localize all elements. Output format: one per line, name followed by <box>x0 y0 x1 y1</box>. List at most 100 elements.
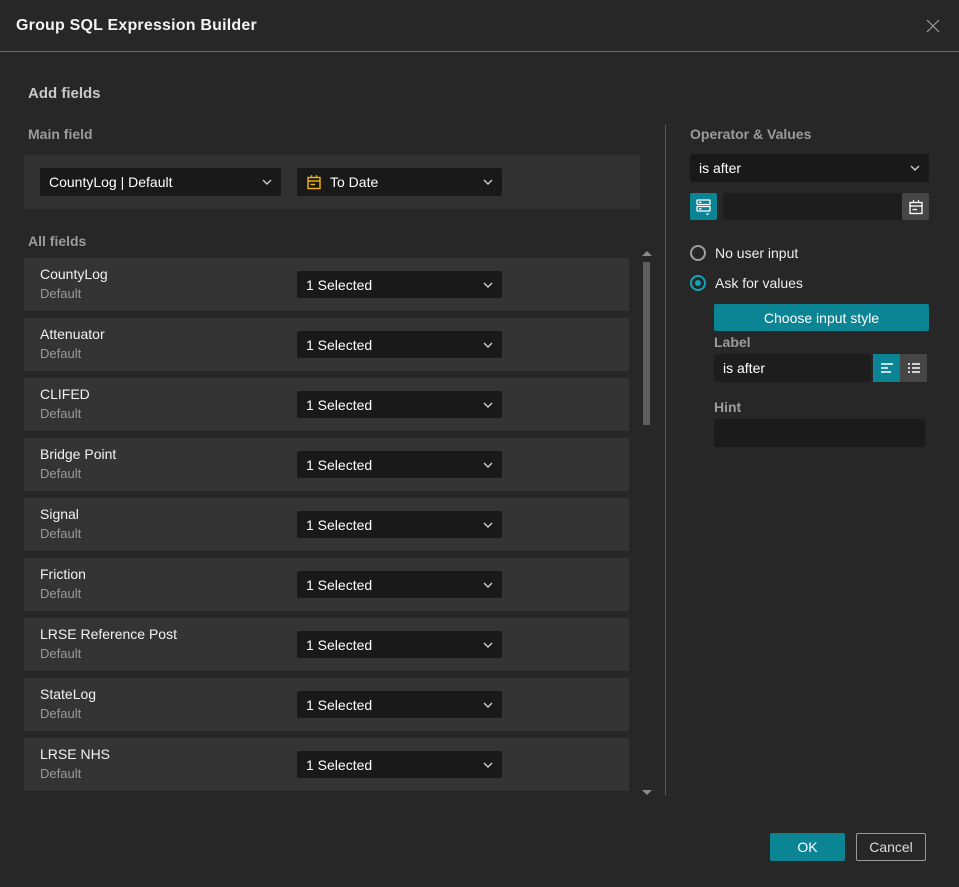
date-field-select[interactable]: To Date <box>297 168 502 196</box>
close-button[interactable] <box>921 14 945 38</box>
chevron-down-icon <box>483 282 493 288</box>
chevron-down-icon <box>483 522 493 528</box>
input-type-button[interactable] <box>690 193 717 220</box>
hint-input[interactable] <box>714 419 925 447</box>
field-name: Attenuator <box>40 326 105 342</box>
stacked-values-icon <box>696 198 711 215</box>
field-subtitle: Default <box>40 766 82 781</box>
operator-values-heading: Operator & Values <box>690 126 812 142</box>
field-subtitle: Default <box>40 646 82 661</box>
field-attribute-select-value: 1 Selected <box>306 756 373 773</box>
field-row-signal: Signal Default 1 Selected <box>24 498 629 551</box>
add-fields-heading: Add fields <box>28 85 101 102</box>
field-subtitle: Default <box>40 466 82 481</box>
field-attribute-select-value: 1 Selected <box>306 336 373 353</box>
calendar-icon <box>306 174 322 190</box>
field-subtitle: Default <box>40 406 82 421</box>
panel-divider <box>665 125 666 795</box>
field-row-friction: Friction Default 1 Selected <box>24 558 629 611</box>
all-fields-label: All fields <box>28 233 87 249</box>
align-left-icon <box>880 363 893 373</box>
chevron-down-icon <box>483 702 493 708</box>
chevron-down-icon <box>483 402 493 408</box>
field-row-countylog: CountyLog Default 1 Selected <box>24 258 629 311</box>
field-attribute-select-value: 1 Selected <box>306 276 373 293</box>
chevron-down-icon <box>483 582 493 588</box>
field-row-bridge-point: Bridge Point Default 1 Selected <box>24 438 629 491</box>
chevron-down-icon <box>483 462 493 468</box>
field-attribute-select[interactable]: 1 Selected <box>297 571 502 598</box>
close-icon <box>926 19 940 33</box>
label-style-text-button[interactable] <box>873 354 900 382</box>
main-field-select-value: CountyLog | Default <box>49 174 173 190</box>
field-attribute-select[interactable]: 1 Selected <box>297 511 502 538</box>
field-attribute-select[interactable]: 1 Selected <box>297 631 502 658</box>
main-field-label: Main field <box>28 126 93 142</box>
field-attribute-select[interactable]: 1 Selected <box>297 271 502 298</box>
radio-ask-for-values[interactable]: Ask for values <box>690 275 803 291</box>
hint-label: Hint <box>714 399 742 415</box>
field-attribute-select-value: 1 Selected <box>306 576 373 593</box>
cancel-button[interactable]: Cancel <box>856 833 926 861</box>
field-subtitle: Default <box>40 526 82 541</box>
radio-label: Ask for values <box>715 275 803 291</box>
field-attribute-select[interactable]: 1 Selected <box>297 451 502 478</box>
scrollbar-down-arrow-icon[interactable] <box>642 790 652 795</box>
scrollbar-up-arrow-icon[interactable] <box>642 251 652 256</box>
field-name: Bridge Point <box>40 446 117 462</box>
chevron-down-icon <box>262 179 272 185</box>
label-label: Label <box>714 334 751 350</box>
radio-unselected-icon <box>690 245 706 261</box>
field-attribute-select-value: 1 Selected <box>306 636 373 653</box>
field-subtitle: Default <box>40 346 82 361</box>
chevron-down-icon <box>483 342 493 348</box>
field-attribute-select-value: 1 Selected <box>306 516 373 533</box>
chevron-down-icon <box>910 165 920 171</box>
operator-select-value: is after <box>699 160 742 176</box>
main-field-band: CountyLog | Default To Date <box>24 155 640 209</box>
radio-label: No user input <box>715 245 799 261</box>
field-attribute-select[interactable]: 1 Selected <box>297 331 502 358</box>
field-name: LRSE Reference Post <box>40 626 177 642</box>
field-name: LRSE NHS <box>40 746 111 762</box>
bulleted-list-icon <box>907 363 920 373</box>
field-name: Signal <box>40 506 79 522</box>
group-sql-expression-builder-dialog: Group SQL Expression Builder Add fields … <box>0 0 959 887</box>
field-name: StateLog <box>40 686 97 702</box>
field-row-statelog: StateLog Default 1 Selected <box>24 678 629 731</box>
field-attribute-select-value: 1 Selected <box>306 456 373 473</box>
field-subtitle: Default <box>40 586 82 601</box>
choose-input-style-button[interactable]: Choose input style <box>714 304 929 331</box>
field-attribute-select[interactable]: 1 Selected <box>297 391 502 418</box>
value-input[interactable] <box>723 193 929 220</box>
field-row-attenuator: Attenuator Default 1 Selected <box>24 318 629 371</box>
field-row-lrse-reference-post: LRSE Reference Post Default 1 Selected <box>24 618 629 671</box>
field-name: CLIFED <box>40 386 90 402</box>
field-attribute-select-value: 1 Selected <box>306 696 373 713</box>
field-name: Friction <box>40 566 86 582</box>
scrollbar-thumb[interactable] <box>643 262 650 425</box>
field-attribute-select-value: 1 Selected <box>306 396 373 413</box>
field-attribute-select[interactable]: 1 Selected <box>297 691 502 718</box>
field-subtitle: Default <box>40 706 82 721</box>
radio-selected-icon <box>690 275 706 291</box>
date-picker-button[interactable] <box>902 193 929 220</box>
field-subtitle: Default <box>40 286 82 301</box>
field-name: CountyLog <box>40 266 108 282</box>
label-style-list-button[interactable] <box>900 354 927 382</box>
operator-select[interactable]: is after <box>690 154 929 182</box>
chevron-down-icon <box>483 179 493 185</box>
dialog-title: Group SQL Expression Builder <box>16 16 257 34</box>
chevron-down-icon <box>483 642 493 648</box>
field-row-clifed: CLIFED Default 1 Selected <box>24 378 629 431</box>
date-field-select-value: To Date <box>330 174 379 190</box>
chevron-down-icon <box>483 762 493 768</box>
radio-no-user-input[interactable]: No user input <box>690 245 798 261</box>
ok-button[interactable]: OK <box>770 833 845 861</box>
field-attribute-select[interactable]: 1 Selected <box>297 751 502 778</box>
dialog-header: Group SQL Expression Builder <box>0 0 959 52</box>
field-row-lrse-nhs: LRSE NHS Default 1 Selected <box>24 738 629 791</box>
label-input[interactable] <box>714 354 871 382</box>
main-field-select[interactable]: CountyLog | Default <box>40 168 281 196</box>
calendar-icon <box>908 199 923 214</box>
